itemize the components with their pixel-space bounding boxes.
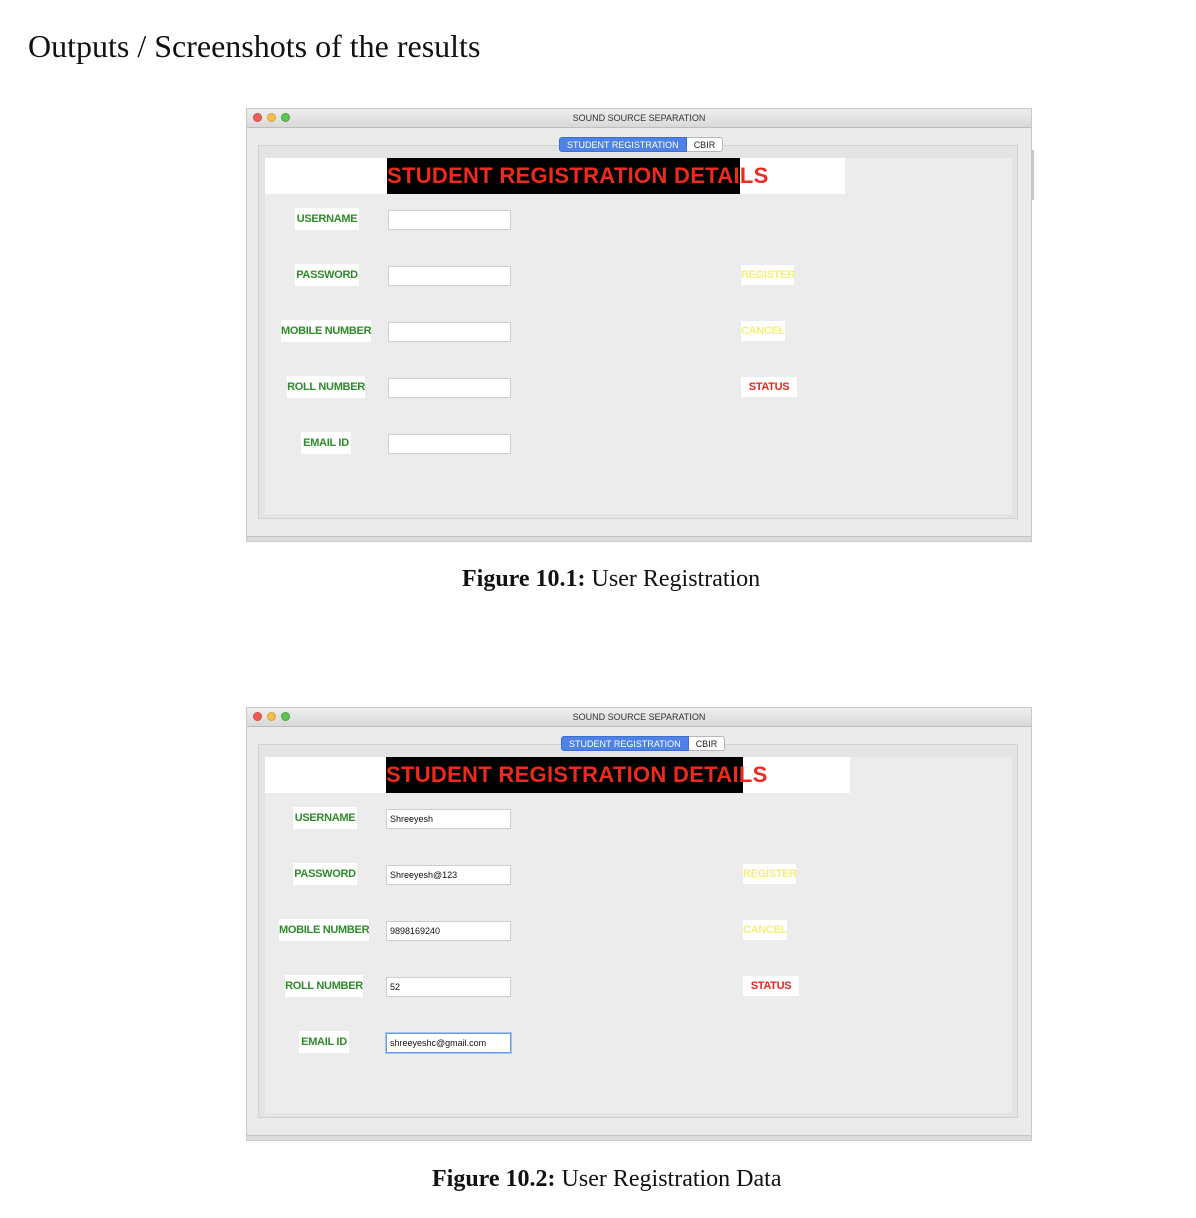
window-titlebar: SOUND SOURCE SEPARATION	[247, 708, 1031, 727]
username-label: USERNAME	[295, 208, 359, 230]
mobile-number-input[interactable]: 9898169240	[386, 921, 511, 941]
figure-number: Figure 10.1:	[462, 566, 586, 592]
zoom-window-icon[interactable]	[281, 113, 290, 122]
zoom-window-icon[interactable]	[281, 712, 290, 721]
registration-form-area: STUDENT REGISTRATION DETAILS USERNAME Sh…	[265, 757, 1012, 1113]
email-id-label: EMAIL ID	[299, 1031, 349, 1053]
tab-cbir[interactable]: CBIR	[686, 137, 724, 152]
window-bottom-edge	[247, 536, 1031, 541]
register-button[interactable]: REGISTER	[743, 864, 797, 884]
minimize-window-icon[interactable]	[267, 712, 276, 721]
mobile-number-input[interactable]	[388, 322, 511, 342]
form-banner: STUDENT REGISTRATION DETAILS	[386, 757, 767, 793]
tab-student-registration[interactable]: STUDENT REGISTRATION	[561, 736, 689, 751]
password-label: PASSWORD	[295, 264, 359, 286]
registration-panel: STUDENT REGISTRATION DETAILS USERNAME Sh…	[258, 744, 1018, 1118]
cancel-button[interactable]: CANCEL	[741, 321, 785, 341]
window-title: SOUND SOURCE SEPARATION	[572, 113, 706, 123]
username-label: USERNAME	[293, 807, 357, 829]
roll-number-label: ROLL NUMBER	[285, 975, 363, 997]
page-heading: Outputs / Screenshots of the results	[28, 28, 481, 64]
traffic-lights	[253, 712, 290, 721]
figure-caption-1: Figure 10.1: User Registration	[462, 566, 760, 593]
password-label: PASSWORD	[293, 863, 357, 885]
cancel-button[interactable]: CANCEL	[743, 920, 787, 940]
tab-bar: STUDENT REGISTRATION CBIR	[559, 137, 724, 152]
register-button[interactable]: REGISTER	[741, 265, 795, 285]
roll-number-label: ROLL NUMBER	[287, 376, 365, 398]
mobile-number-label: MOBILE NUMBER	[279, 919, 370, 941]
window-title: SOUND SOURCE SEPARATION	[572, 712, 706, 722]
tab-student-registration[interactable]: STUDENT REGISTRATION	[559, 137, 687, 152]
form-banner: STUDENT REGISTRATION DETAILS	[387, 158, 768, 194]
figure-caption-text: User Registration Data	[561, 1166, 782, 1192]
app-window-1: SOUND SOURCE SEPARATION STUDENT REGISTRA…	[246, 108, 1032, 542]
roll-number-input[interactable]: 52	[386, 977, 511, 997]
window-bottom-edge	[247, 1135, 1031, 1140]
tab-cbir[interactable]: CBIR	[688, 736, 726, 751]
password-input[interactable]: Shreeyesh@123	[386, 865, 511, 885]
close-window-icon[interactable]	[253, 712, 262, 721]
minimize-window-icon[interactable]	[267, 113, 276, 122]
status-button[interactable]: STATUS	[743, 976, 799, 996]
roll-number-input[interactable]	[388, 378, 511, 398]
email-id-label: EMAIL ID	[301, 432, 351, 454]
username-input[interactable]	[388, 210, 511, 230]
figure-number: Figure 10.2:	[432, 1166, 556, 1192]
figure-caption-text: User Registration	[591, 566, 761, 592]
tab-bar: STUDENT REGISTRATION CBIR	[561, 736, 726, 751]
traffic-lights	[253, 113, 290, 122]
username-input[interactable]: Shreeyesh	[386, 809, 511, 829]
password-input[interactable]	[388, 266, 511, 286]
window-right-edge	[1031, 150, 1034, 200]
window-titlebar: SOUND SOURCE SEPARATION	[247, 109, 1031, 128]
close-window-icon[interactable]	[253, 113, 262, 122]
registration-panel: STUDENT REGISTRATION DETAILS USERNAME PA…	[258, 145, 1018, 519]
email-id-input[interactable]	[388, 434, 511, 454]
mobile-number-label: MOBILE NUMBER	[281, 320, 372, 342]
app-window-2: SOUND SOURCE SEPARATION STUDENT REGISTRA…	[246, 707, 1032, 1141]
status-button[interactable]: STATUS	[741, 377, 797, 397]
registration-form-area: STUDENT REGISTRATION DETAILS USERNAME PA…	[265, 158, 1012, 514]
figure-caption-2: Figure 10.2: User Registration Data	[432, 1166, 781, 1193]
email-id-input[interactable]: shreeyeshc@gmail.com	[386, 1033, 511, 1053]
